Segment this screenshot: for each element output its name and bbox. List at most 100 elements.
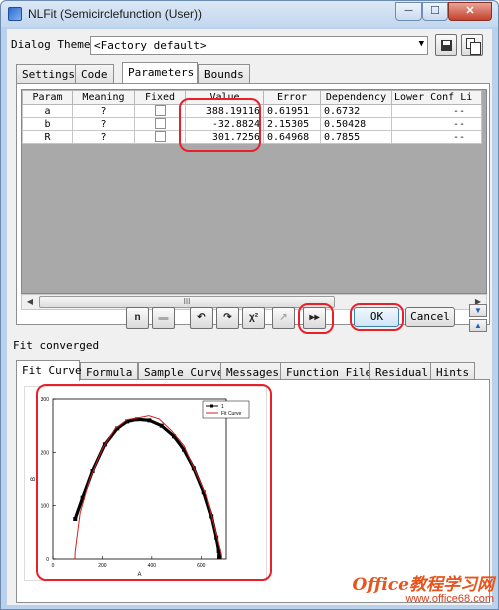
collapse-up-button[interactable]: ▼ [469, 304, 487, 317]
expand-down-button[interactable]: ▲ [469, 319, 487, 332]
chevron-down-icon: ▼ [474, 306, 482, 315]
meaning-cell[interactable]: ? [72, 117, 135, 131]
maximize-icon: ☐ [430, 5, 440, 17]
top-tab-strip: Settings Code Parameters Bounds [16, 62, 490, 84]
window-title: NLFit (Semicirclefunction (User)) [28, 7, 203, 21]
table-row: a ? 388.19116 0.61951 0.6732 -- [22, 104, 482, 118]
title-bar[interactable]: NLFit (Semicirclefunction (User)) ─ ☐ ✕ [1, 1, 498, 27]
plot-frame [52, 398, 227, 560]
x-tick-label: 200 [98, 563, 107, 569]
floppy-disk-icon [441, 40, 452, 51]
scroll-left-icon[interactable]: ◀ [22, 295, 38, 309]
iterations-button[interactable]: n [126, 307, 149, 329]
watermark: Office教程学习网 www.office68.com [353, 570, 495, 605]
tab-parameters[interactable]: Parameters [122, 62, 198, 83]
y-tick-label: 300 [41, 397, 50, 403]
fixed-checkbox[interactable] [154, 118, 166, 130]
undo-icon: ↶ [197, 312, 206, 323]
chi-square-button[interactable]: χ² [242, 307, 265, 329]
one-iteration-icon: ↗ [279, 312, 288, 323]
fixed-checkbox[interactable] [154, 105, 166, 117]
col-header-meaning[interactable]: Meaning [72, 90, 135, 105]
close-button[interactable]: ✕ [448, 2, 492, 21]
fit-curve-chart: 0 200 400 600 0 100 200 300 A B 1Fit Curve [31, 397, 250, 578]
table-row: b ? -32.8824 2.15305 0.50428 -- [22, 117, 482, 131]
nlfit-dialog-window: NLFit (Semicirclefunction (User)) ─ ☐ ✕ … [0, 0, 499, 610]
close-icon: ✕ [465, 5, 475, 17]
undo-button[interactable]: ↶ [190, 307, 213, 329]
table-row: R ? 301.7256 0.64968 0.7855 -- [22, 130, 482, 144]
chevron-down-icon: ▼ [418, 39, 424, 49]
y-tick-label: 200 [41, 450, 50, 456]
col-header-lower-conf[interactable]: Lower Conf Li [391, 90, 482, 105]
dialog-theme-label: Dialog Theme [11, 38, 91, 51]
app-icon [8, 7, 22, 21]
parameters-grid[interactable]: Param Meaning Fixed Value Error Dependen… [21, 89, 487, 294]
cancel-button[interactable]: Cancel [405, 307, 455, 327]
col-header-param[interactable]: Param [22, 90, 73, 105]
x-tick-label: 0 [52, 563, 55, 569]
legend-label-fit: Fit Curve [221, 411, 242, 417]
chi-square-icon: χ² [248, 312, 259, 323]
minimize-icon: ─ [404, 5, 413, 17]
watermark-title: Office教程学习网 [352, 575, 495, 595]
x-tick-label: 600 [197, 563, 206, 569]
copy-theme-button[interactable] [461, 34, 483, 56]
value-cell[interactable]: 301.7256 [185, 130, 264, 144]
dialog-theme-select[interactable]: <Factory default> ▼ [90, 36, 428, 55]
minimize-button[interactable]: ─ [395, 2, 422, 21]
fixed-checkbox[interactable] [154, 131, 166, 143]
fixed-cell [134, 117, 186, 131]
y-axis-label: B [31, 477, 37, 481]
data-series-line [73, 417, 221, 559]
lower-conf-cell: -- [391, 130, 482, 144]
chevron-up-icon: ▲ [474, 321, 482, 330]
redo-button[interactable]: ↷ [216, 307, 239, 329]
param-name-cell: b [22, 117, 73, 131]
col-header-dependency[interactable]: Dependency [320, 90, 392, 105]
col-header-error[interactable]: Error [263, 90, 321, 105]
fit-till-converge-button[interactable]: ▸▸ [303, 307, 326, 329]
maximize-button[interactable]: ☐ [422, 2, 448, 21]
tab-code[interactable]: Code [75, 64, 114, 83]
lower-conf-cell: -- [391, 104, 482, 118]
dependency-cell: 0.6732 [320, 104, 392, 118]
fit-till-converge-icon: ▸▸ [309, 312, 320, 323]
error-cell: 0.64968 [263, 130, 321, 144]
param-name-cell: a [22, 104, 73, 118]
error-cell: 0.61951 [263, 104, 321, 118]
meaning-cell[interactable]: ? [72, 104, 135, 118]
dependency-cell: 0.50428 [320, 117, 392, 131]
y-tick-label: 0 [46, 557, 49, 563]
save-icon: ▬ [158, 312, 169, 323]
save-theme-button[interactable] [435, 34, 457, 56]
y-tick-label: 100 [41, 504, 50, 510]
legend-marker-data [210, 404, 213, 408]
x-tick-label: 400 [148, 563, 157, 569]
fit-status-text: Fit converged [13, 339, 100, 352]
parameters-panel: Param Meaning Fixed Value Error Dependen… [16, 83, 490, 325]
grid-header-row: Param Meaning Fixed Value Error Dependen… [22, 90, 482, 105]
save-button[interactable]: ▬ [152, 307, 175, 329]
dependency-cell: 0.7855 [320, 130, 392, 144]
one-iteration-button[interactable]: ↗ [272, 307, 295, 329]
fit-curve-graph: 0 200 400 600 0 100 200 300 A B 1 Fit Curve [24, 386, 267, 581]
copy-icon [466, 38, 481, 55]
error-cell: 2.15305 [263, 117, 321, 131]
col-header-value[interactable]: Value [185, 90, 264, 105]
tab-settings[interactable]: Settings [16, 64, 81, 83]
param-name-cell: R [22, 130, 73, 144]
lower-conf-cell: -- [391, 117, 482, 131]
col-header-fixed[interactable]: Fixed [134, 90, 186, 105]
meaning-cell[interactable]: ? [72, 130, 135, 144]
ok-button[interactable]: OK [354, 307, 399, 327]
iterations-icon: n [134, 312, 141, 323]
tab-bounds[interactable]: Bounds [198, 64, 250, 83]
tab-fit-curve[interactable]: Fit Curve [16, 360, 82, 381]
redo-icon: ↷ [223, 312, 232, 323]
value-cell[interactable]: -32.8824 [185, 117, 264, 131]
value-cell[interactable]: 388.19116 [185, 104, 264, 118]
dialog-theme-value: <Factory default> [94, 39, 207, 52]
dialog-client-area: Dialog Theme <Factory default> ▼ Setting… [7, 29, 492, 605]
fixed-cell [134, 130, 186, 144]
